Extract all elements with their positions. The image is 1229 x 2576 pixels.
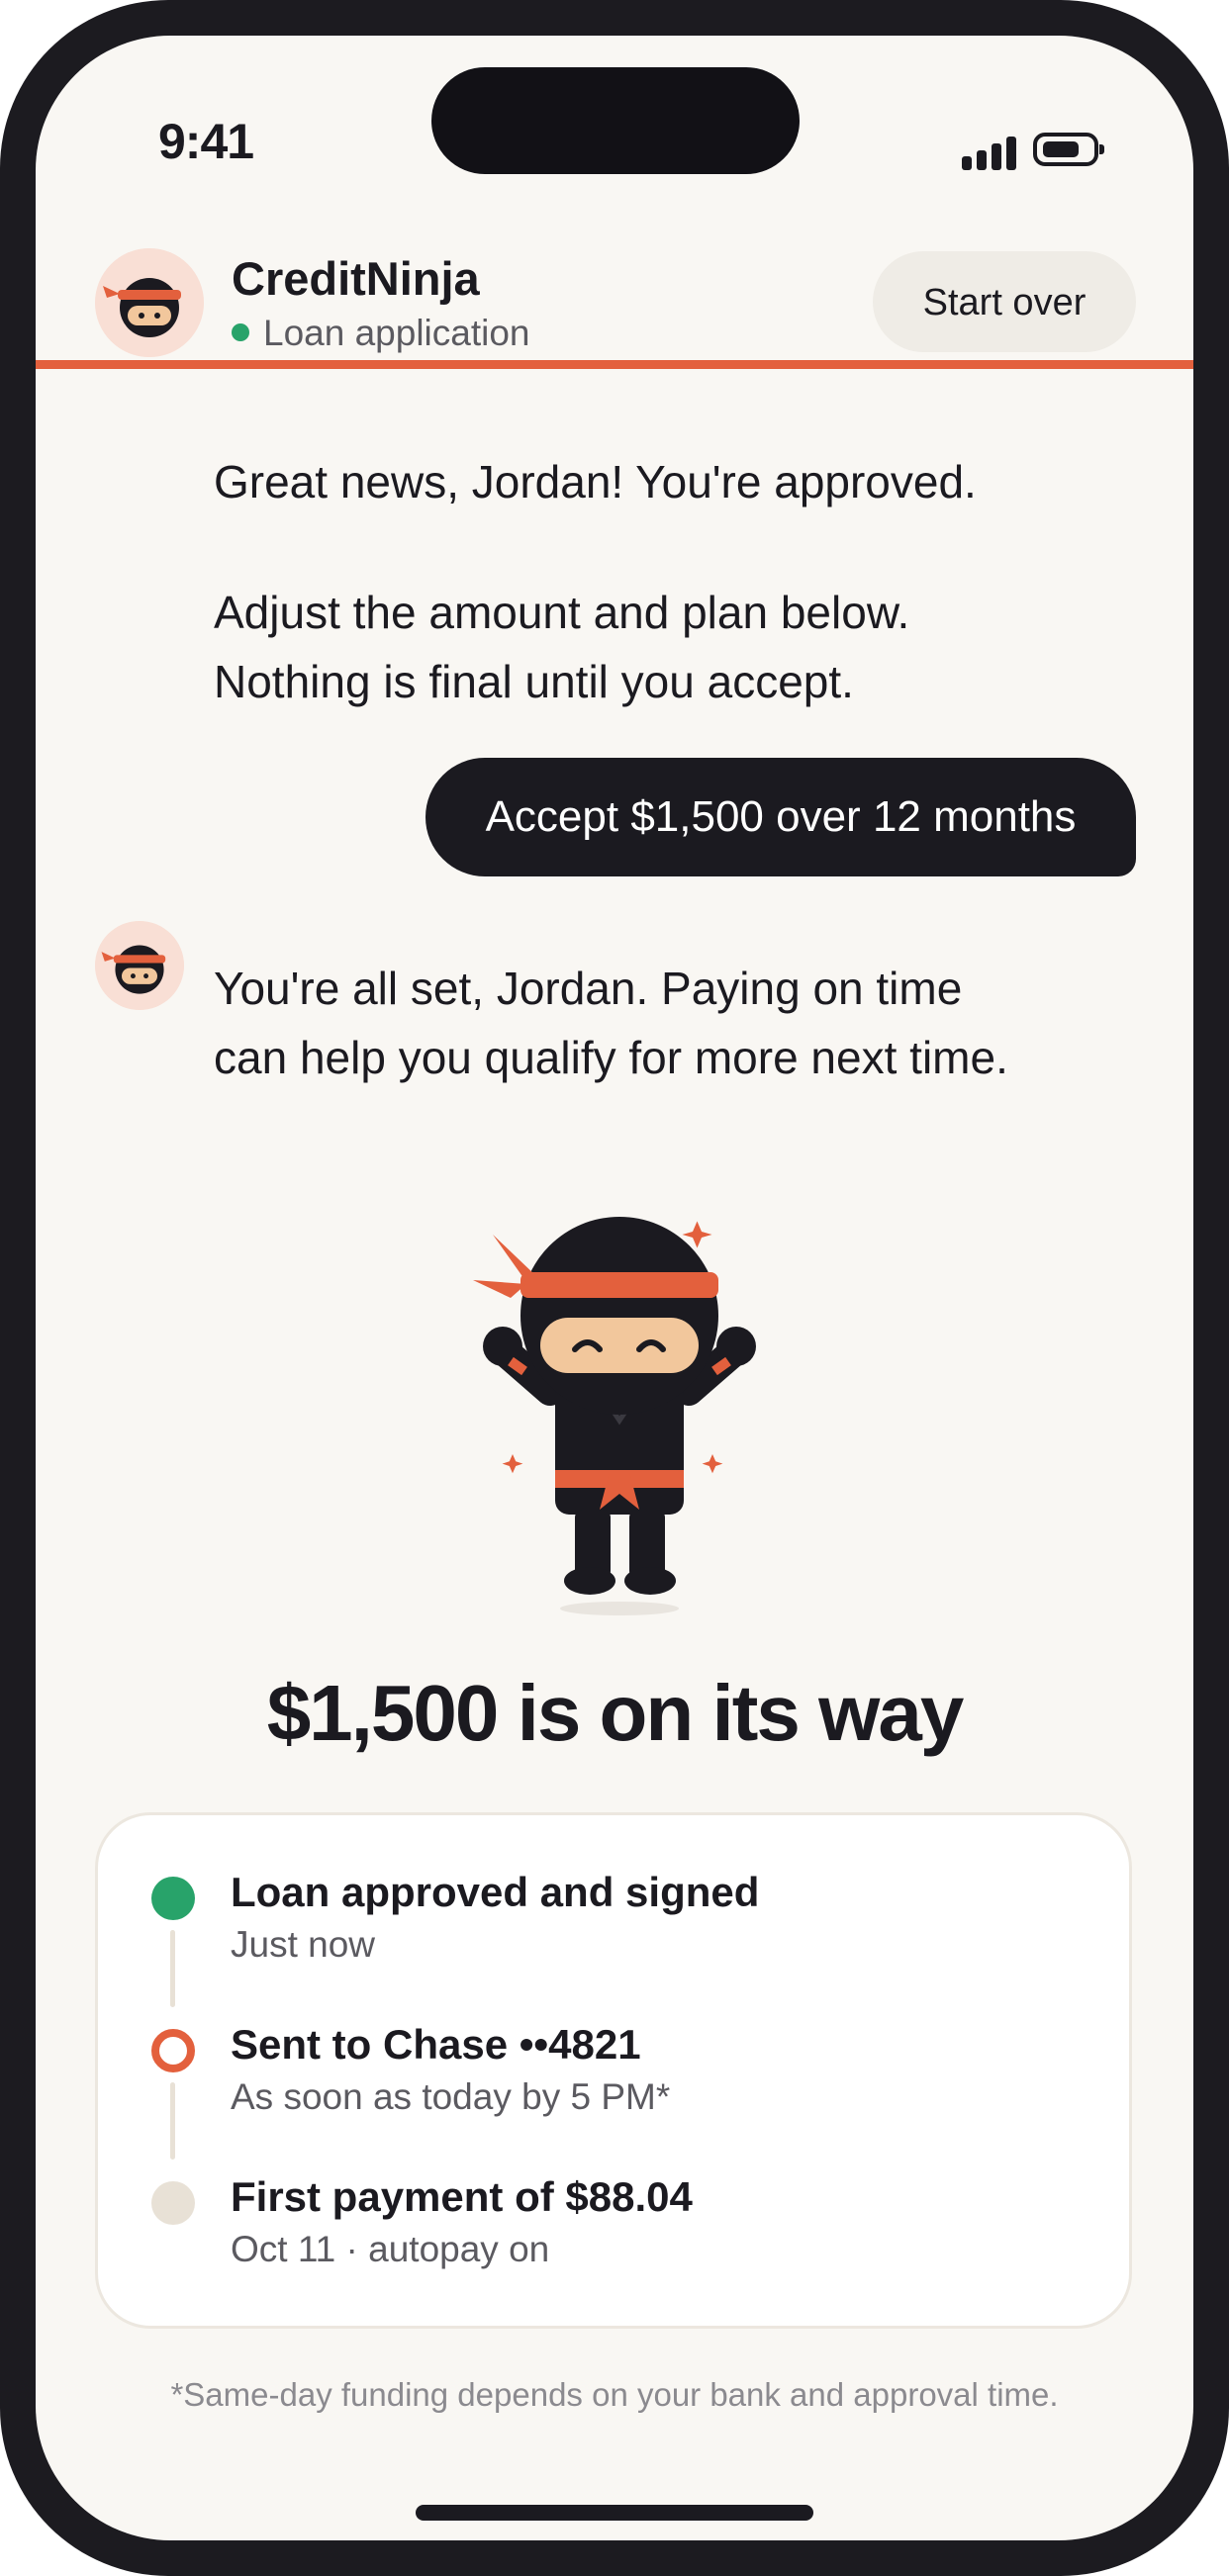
signal-icon <box>962 137 1017 170</box>
funding-footnote: *Same-day funding depends on your bank a… <box>170 2376 1059 2413</box>
step-subtitle: Just now <box>231 1924 376 1965</box>
app-screen: 9:41 CreditNinja Loan application Start … <box>36 36 1193 2540</box>
bot-message: Adjust the amount and plan below. Nothin… <box>214 587 910 707</box>
step-in-progress-icon <box>151 2029 195 2072</box>
online-status-dot <box>232 323 249 341</box>
phone-frame: 9:41 CreditNinja Loan application Start … <box>0 0 1229 2576</box>
dynamic-island <box>431 67 800 174</box>
step-subtitle: As soon as today by 5 PM* <box>231 2076 671 2117</box>
step-title: Sent to Chase ••4821 <box>231 2021 641 2068</box>
step-subtitle: Oct 11 · autopay on <box>231 2229 550 2269</box>
bot-message: You're all set, Jordan. Paying on time c… <box>214 963 1008 1083</box>
step-upcoming-icon <box>151 2181 195 2225</box>
brand-name: CreditNinja <box>232 252 480 305</box>
battery-icon <box>1033 133 1104 166</box>
confirmation-headline: $1,500 is on its way <box>266 1669 965 1757</box>
user-reply-bubble: Accept $1,500 over 12 months <box>425 758 1136 876</box>
ninja-avatar-icon <box>95 248 204 357</box>
header-subtitle-text: Loan application <box>263 313 530 353</box>
timeline-connector <box>170 2082 175 2160</box>
funding-timeline-card: Loan approved and signed Just now Sent t… <box>95 1812 1132 2329</box>
header-subtitle: Loan application <box>232 313 530 354</box>
step-title: First payment of $88.04 <box>231 2173 693 2220</box>
ninja-mascot-illustration <box>451 1213 788 1628</box>
home-indicator[interactable] <box>416 2505 813 2521</box>
step-complete-icon <box>151 1877 195 1920</box>
step-title: Loan approved and signed <box>231 1869 760 1915</box>
status-time: 9:41 <box>158 114 254 169</box>
timeline-connector <box>170 1930 175 2007</box>
start-over-button[interactable]: Start over <box>873 251 1136 352</box>
header-accent-divider <box>36 360 1193 369</box>
chat-header: CreditNinja Loan application Start over <box>36 214 1193 400</box>
bot-message: Great news, Jordan! You're approved. <box>214 456 977 507</box>
ninja-avatar-icon <box>95 921 184 1010</box>
